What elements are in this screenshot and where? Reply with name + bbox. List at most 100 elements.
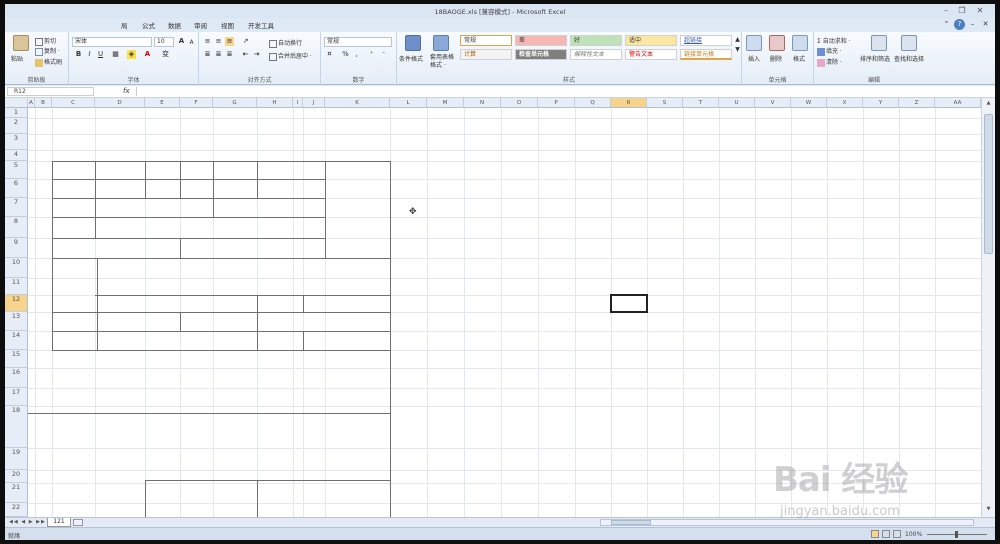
minimize-button[interactable]: – — [939, 6, 953, 16]
normal-view-icon[interactable] — [871, 530, 879, 538]
delete-cells-icon[interactable] — [769, 35, 785, 51]
table-format-label[interactable]: 套用表格格式 · — [430, 54, 456, 70]
col-header-P[interactable]: P — [538, 98, 575, 108]
currency-icon[interactable]: ¤ — [325, 50, 334, 59]
scroll-down-icon[interactable]: ▼ — [984, 506, 993, 514]
autosum-button[interactable]: Σ 自动求和 · — [817, 36, 851, 45]
page-break-icon[interactable] — [893, 530, 901, 538]
wb-minimize-icon[interactable]: – — [967, 19, 978, 30]
insert-cells-icon[interactable] — [746, 35, 762, 51]
col-header-C[interactable]: C — [52, 98, 95, 108]
decrease-decimal-icon[interactable]: ⁻ — [379, 50, 388, 59]
style-neutral[interactable]: 适中 — [625, 35, 677, 46]
style-explanatory[interactable]: 解释性文本 — [570, 49, 622, 60]
active-cell[interactable] — [610, 294, 648, 313]
help-icon[interactable]: ? — [954, 19, 965, 30]
font-name-combo[interactable]: 宋体 — [72, 37, 152, 47]
style-calculation[interactable]: 计算 — [460, 49, 512, 60]
paste-label[interactable]: 粘贴 — [11, 54, 23, 63]
col-header-AA[interactable]: AA — [935, 98, 981, 108]
phonetic-button[interactable]: 变 — [161, 50, 170, 59]
col-header-X[interactable]: X — [827, 98, 863, 108]
col-header-U[interactable]: U — [719, 98, 755, 108]
col-header-Y[interactable]: Y — [863, 98, 899, 108]
align-top-icon[interactable]: ≡ — [203, 37, 212, 46]
insert-label[interactable]: 插入 — [748, 54, 760, 63]
restore-button[interactable]: ❐ — [955, 6, 969, 16]
fill-button[interactable]: 填充 · — [817, 46, 842, 56]
horizontal-scroll-thumb[interactable] — [611, 520, 651, 525]
font-color-button[interactable]: A — [143, 50, 152, 59]
align-middle-icon[interactable]: ≡ — [214, 37, 223, 46]
styles-scroll-down-icon[interactable]: ▼ — [733, 45, 742, 54]
ribbon-minimize-icon[interactable]: ⌃ — [941, 19, 952, 30]
comma-button[interactable]: , — [352, 50, 361, 59]
conditional-format-label[interactable]: 条件格式 — [399, 54, 423, 63]
indent-decrease-icon[interactable]: ⇤ — [241, 50, 250, 59]
font-size-combo[interactable]: 10 — [154, 37, 174, 47]
tab-nav-icon[interactable]: ◀◀ ◀ ▶ ▶▶ — [9, 519, 46, 525]
increase-decimal-icon[interactable]: ⁺ — [367, 50, 376, 59]
conditional-format-icon[interactable] — [405, 35, 421, 51]
percent-button[interactable]: % — [341, 50, 350, 59]
col-header-L[interactable]: L — [390, 98, 427, 108]
col-header-B[interactable]: B — [35, 98, 52, 108]
underline-button[interactable]: U — [96, 50, 105, 59]
bold-button[interactable]: B — [74, 50, 83, 59]
shrink-font-button[interactable]: A — [187, 38, 196, 47]
page-layout-icon[interactable] — [882, 530, 890, 538]
wb-close-icon[interactable]: ✕ — [980, 19, 991, 30]
indent-increase-icon[interactable]: ⇥ — [252, 50, 261, 59]
scroll-up-icon[interactable]: ▲ — [984, 100, 993, 108]
col-header-R[interactable]: R — [611, 98, 647, 108]
tab-layout[interactable]: 局 — [121, 20, 128, 30]
zoom-level[interactable]: 100% — [905, 531, 922, 538]
col-header-E[interactable]: E — [145, 98, 180, 108]
format-cells-icon[interactable] — [792, 35, 808, 51]
tab-developer[interactable]: 开发工具 — [248, 20, 274, 30]
tab-review[interactable]: 审阅 — [194, 20, 207, 30]
col-header-Z[interactable]: Z — [899, 98, 935, 108]
sheet-tab[interactable]: 121 — [47, 518, 71, 527]
zoom-slider-thumb[interactable] — [955, 531, 958, 538]
copy-button[interactable]: 复制 · — [35, 46, 60, 56]
col-header-J[interactable]: J — [303, 98, 325, 108]
style-linked-cell[interactable]: 链接单元格 — [680, 49, 732, 60]
align-center-icon[interactable]: ≣ — [214, 50, 223, 59]
row-header-22[interactable]: 22 — [5, 503, 28, 517]
sort-filter-icon[interactable] — [871, 35, 887, 51]
merge-center-button[interactable]: 合并后居中 · — [269, 51, 312, 61]
find-select-icon[interactable] — [901, 35, 917, 51]
format-painter-button[interactable]: 格式刷 — [35, 57, 62, 67]
col-header-D[interactable]: D — [95, 98, 145, 108]
tab-data[interactable]: 数据 — [168, 20, 181, 30]
col-header-T[interactable]: T — [683, 98, 719, 108]
col-header-V[interactable]: V — [755, 98, 791, 108]
style-normal[interactable]: 常规 — [460, 35, 512, 46]
close-button[interactable]: ✕ — [973, 6, 987, 16]
style-hyperlink[interactable]: 超链接 — [680, 35, 732, 46]
style-bad[interactable]: 差 — [515, 35, 567, 46]
col-header-G[interactable]: G — [213, 98, 257, 108]
fill-color-icon[interactable]: ◈ — [127, 50, 136, 59]
formula-input[interactable] — [136, 87, 991, 96]
border-icon[interactable]: ▦ — [111, 50, 120, 59]
style-good[interactable]: 好 — [570, 35, 622, 46]
format-label[interactable]: 格式 — [793, 54, 805, 63]
col-header-W[interactable]: W — [791, 98, 827, 108]
name-box[interactable]: R12 — [7, 87, 94, 96]
find-select-label[interactable]: 查找和选择 — [894, 54, 924, 63]
col-header-M[interactable]: M — [427, 98, 464, 108]
fx-icon[interactable]: fx — [123, 87, 130, 95]
col-header-Q[interactable]: Q — [575, 98, 611, 108]
number-format-combo[interactable]: 常规 — [324, 37, 392, 47]
new-sheet-icon[interactable] — [73, 519, 83, 526]
orientation-icon[interactable]: ↗ — [241, 37, 250, 46]
delete-label[interactable]: 删除 — [770, 54, 782, 63]
col-header-A[interactable]: A — [28, 98, 35, 108]
tab-formulas[interactable]: 公式 — [142, 20, 155, 30]
align-left-icon[interactable]: ≣ — [203, 50, 212, 59]
col-header-S[interactable]: S — [647, 98, 683, 108]
col-header-I[interactable]: I — [293, 98, 303, 108]
styles-scroll-up-icon[interactable]: ▲ — [733, 35, 742, 44]
